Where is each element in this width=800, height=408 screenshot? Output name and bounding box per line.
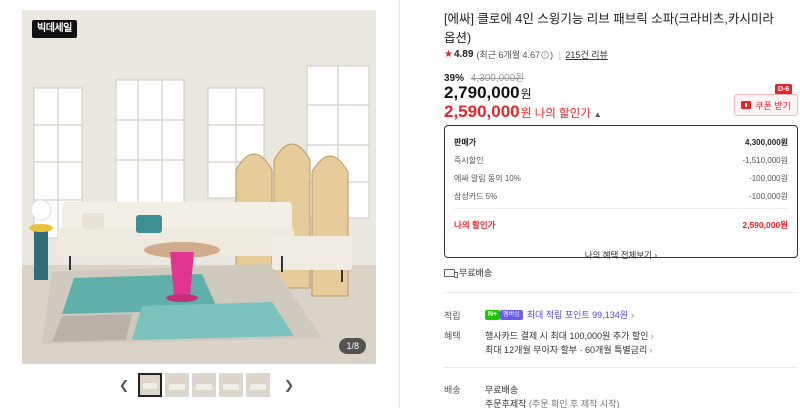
my-price-value: 2,590,000: [444, 102, 520, 121]
sale-price-value: 2,790,000: [444, 83, 520, 102]
product-title: [에싸] 클로에 4인 스윙기능 리브 패브릭 소파(크라비츠,카시미라 옵션): [444, 12, 774, 45]
recent-rating-close: ): [550, 49, 554, 60]
shipping-line-2: 주문후제작 (주문 확인 후 제작 시작): [485, 397, 619, 408]
points-label: 적립: [444, 311, 461, 321]
my-price-label: 나의 할인가: [534, 108, 591, 120]
breakdown-label: 에싸 알림 동의 10%: [454, 173, 521, 183]
breakdown-value: -100,000원: [749, 173, 788, 183]
points-text: 최대 적립 포인트 99,134원: [526, 310, 628, 320]
section-divider: [444, 367, 798, 368]
chevron-right-icon: ›: [631, 309, 634, 320]
benefit-installment[interactable]: 최대 12개월 무이자 할부 · 60개월 특별금리 ›: [485, 343, 652, 356]
benefit-text: 최대 12개월 무이자 할부 · 60개월 특별금리: [485, 345, 648, 355]
chevron-right-icon: ›: [650, 331, 654, 341]
breakdown-value: 4,300,000원: [745, 137, 788, 147]
chevron-right-icon: ›: [649, 345, 653, 355]
membership-badge: 멤버십: [500, 309, 523, 320]
chevron-left-icon[interactable]: ❮: [116, 378, 132, 392]
points-row[interactable]: N+ 멤버십 최대 적립 포인트 99,134원 ›: [485, 308, 634, 321]
chevron-right-icon[interactable]: ❯: [281, 378, 297, 392]
section-divider: [444, 292, 798, 293]
shipping-type: 주문후제작: [485, 399, 527, 408]
price-unit: 원: [520, 106, 532, 120]
price-unit: 원: [520, 87, 532, 101]
naver-plus-badge: N+: [485, 309, 501, 320]
info-icon[interactable]: i: [541, 50, 550, 59]
coupon-icon: [741, 101, 752, 109]
delivery-summary: 무료배송: [444, 266, 492, 279]
price-breakdown-box: 판매가 4,300,000원 즉시할인 -1,510,000원 에싸 알림 동의…: [444, 125, 798, 261]
breakdown-row: 에싸 알림 동의 10% -100,000원: [454, 169, 788, 187]
rating-score: 4.89: [453, 49, 474, 60]
thumbnail[interactable]: [138, 373, 162, 397]
breakdown-label: 삼성카드 5%: [454, 191, 498, 201]
thumbnail[interactable]: [246, 373, 270, 397]
breakdown-total-row: 나의 할인가 2,590,000원: [454, 216, 788, 234]
breakdown-row: 즉시할인 -1,510,000원: [454, 151, 788, 169]
chevron-right-icon: ›: [654, 250, 658, 260]
benefit-text: 행사카드 결제 시 최대 100,000원 추가 할인: [485, 331, 649, 341]
breakdown-value: -100,000원: [749, 191, 788, 201]
recent-rating: (최근 6개월 4.67: [476, 50, 541, 60]
coupon-button[interactable]: 쿠폰 받기: [734, 94, 798, 116]
shipping-line-1: 무료배송: [485, 385, 519, 395]
rating-row: ★ 4.89 (최근 6개월 4.67 i ) | 215건 리뷰: [444, 48, 608, 61]
star-icon: ★: [444, 49, 453, 60]
breakdown-row: 삼성카드 5% -100,000원: [454, 187, 788, 205]
review-count-link[interactable]: 215건 리뷰: [565, 48, 607, 61]
breakdown-row: 판매가 4,300,000원: [454, 133, 788, 151]
breakdown-value: -1,510,000원: [742, 155, 788, 165]
sale-badge: 빅데세일: [32, 20, 77, 38]
product-main-image[interactable]: 빅데세일 1/8: [22, 10, 376, 364]
image-counter: 1/8: [339, 338, 366, 354]
truck-icon: [444, 268, 458, 278]
breakdown-label: 판매가: [454, 137, 477, 147]
shipping-note: (주문 확인 후 제작 시작): [528, 399, 620, 408]
coupon-label: 쿠폰 받기: [755, 100, 791, 111]
thumbnail[interactable]: [165, 373, 189, 397]
my-discount-price[interactable]: 2,590,000 원 나의 할인가 ▲: [444, 102, 602, 122]
view-all-benefits-link[interactable]: 나의 혜택 전체보기 ›: [454, 249, 788, 261]
column-divider: [399, 0, 400, 408]
shipping-label: 배송: [444, 385, 461, 395]
breakdown-total-value: 2,590,000원: [742, 220, 788, 230]
thumbnail[interactable]: [192, 373, 216, 397]
sofa-photo: [22, 10, 376, 364]
sale-price: 2,790,000원: [444, 83, 532, 103]
discount-row: 39% 4,300,000원: [444, 69, 524, 84]
benefits-label: 혜택: [444, 331, 461, 341]
delivery-summary-text: 무료배송: [459, 268, 493, 278]
breakdown-divider: [454, 208, 788, 209]
breakdown-total-label: 나의 할인가: [454, 220, 496, 230]
breakdown-label: 즉시할인: [454, 155, 484, 165]
separator: |: [558, 49, 561, 60]
thumbnail[interactable]: [219, 373, 243, 397]
view-all-benefits-label: 나의 혜택 전체보기: [584, 250, 653, 260]
thumbnail-strip: ❮ ❯: [116, 373, 297, 397]
chevron-up-icon[interactable]: ▲: [594, 110, 602, 119]
benefit-card-discount[interactable]: 행사카드 결제 시 최대 100,000원 추가 할인 ›: [485, 329, 653, 342]
